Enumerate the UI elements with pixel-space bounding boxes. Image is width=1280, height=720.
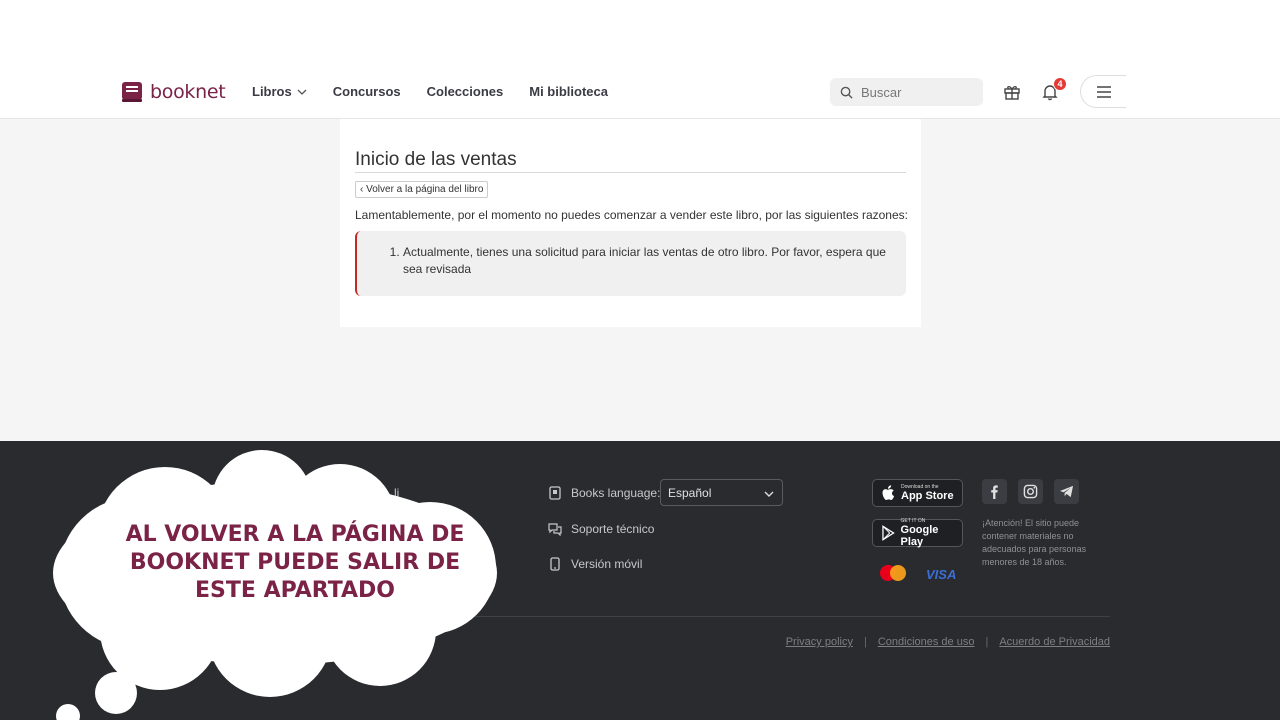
app-store-button[interactable]: Download on the App Store xyxy=(872,479,963,507)
telegram-link[interactable] xyxy=(1054,479,1079,504)
page-title: Inicio de las ventas xyxy=(355,149,517,170)
google-play-icon xyxy=(882,525,895,541)
google-play-button[interactable]: GET IT ON Google Play xyxy=(872,518,963,548)
terms-of-use-link[interactable]: Condiciones de uso xyxy=(878,636,975,648)
mobile-phone-icon xyxy=(550,557,560,571)
privacy-agreement-link[interactable]: Acuerdo de Privacidad xyxy=(999,636,1110,648)
site-header: booknet Libros Concursos Colecciones Mi … xyxy=(0,64,1280,119)
hamburger-icon xyxy=(1096,85,1111,98)
chat-support-icon xyxy=(548,523,562,536)
sales-card: Inicio de las ventas ‹ Volver a la págin… xyxy=(340,119,921,327)
reasons-alert: Actualmente, tienes una solicitud para i… xyxy=(355,231,906,296)
privacy-policy-link[interactable]: Privacy policy xyxy=(786,636,853,648)
mastercard-icon xyxy=(880,565,906,581)
title-divider xyxy=(355,172,906,173)
menu-button[interactable] xyxy=(1080,75,1126,108)
nav-mi-biblioteca[interactable]: Mi biblioteca xyxy=(529,84,608,99)
facebook-link[interactable] xyxy=(982,479,1007,504)
gift-button[interactable] xyxy=(1003,83,1021,106)
books-language-label: Books language: xyxy=(571,486,661,500)
instagram-icon xyxy=(1023,484,1038,499)
visa-logo: VISA xyxy=(926,567,957,582)
footer-legal-links: Privacy policy | Condiciones de uso | Ac… xyxy=(786,636,1110,648)
book-language-icon xyxy=(549,486,561,500)
search-icon xyxy=(840,86,853,99)
chevron-down-icon xyxy=(764,491,774,497)
instagram-link[interactable] xyxy=(1018,479,1043,504)
search-input[interactable] xyxy=(861,84,971,100)
nav-colecciones[interactable]: Colecciones xyxy=(427,84,504,99)
reasons-list: Actualmente, tienes una solicitud para i… xyxy=(403,244,893,278)
logo-text: booknet xyxy=(150,81,226,103)
separator: | xyxy=(985,636,989,648)
nav-concursos[interactable]: Concursos xyxy=(333,84,401,99)
reason-item: Actualmente, tienes una solicitud para i… xyxy=(403,244,893,278)
main-nav: Libros Concursos Colecciones Mi bibliote… xyxy=(252,84,608,99)
separator: | xyxy=(863,636,867,648)
apple-icon xyxy=(882,485,895,500)
nav-libros[interactable]: Libros xyxy=(252,84,307,99)
telegram-icon xyxy=(1059,485,1074,498)
age-warning-text: ¡Atención! El sitio puede contener mater… xyxy=(982,518,1087,567)
chevron-down-icon xyxy=(297,89,307,95)
book-logo-icon xyxy=(122,82,142,102)
books-language-row: Books language: xyxy=(548,486,660,500)
notification-badge: 4 xyxy=(1053,77,1067,91)
mobile-version-link[interactable]: Versión móvil xyxy=(548,557,642,571)
search-box xyxy=(830,78,983,106)
gift-icon xyxy=(1004,86,1020,100)
logo[interactable]: booknet xyxy=(120,80,226,104)
bubble-text: AL VOLVER A LA PÁGINA DE BOOKNET PUEDE S… xyxy=(125,522,465,603)
facebook-icon xyxy=(991,485,998,499)
support-link[interactable]: Soporte técnico xyxy=(548,522,654,536)
intro-text: Lamentablemente, por el momento no puede… xyxy=(355,208,908,222)
back-to-book-button[interactable]: ‹ Volver a la página del libro xyxy=(355,181,489,198)
language-select[interactable]: Español xyxy=(660,479,783,506)
